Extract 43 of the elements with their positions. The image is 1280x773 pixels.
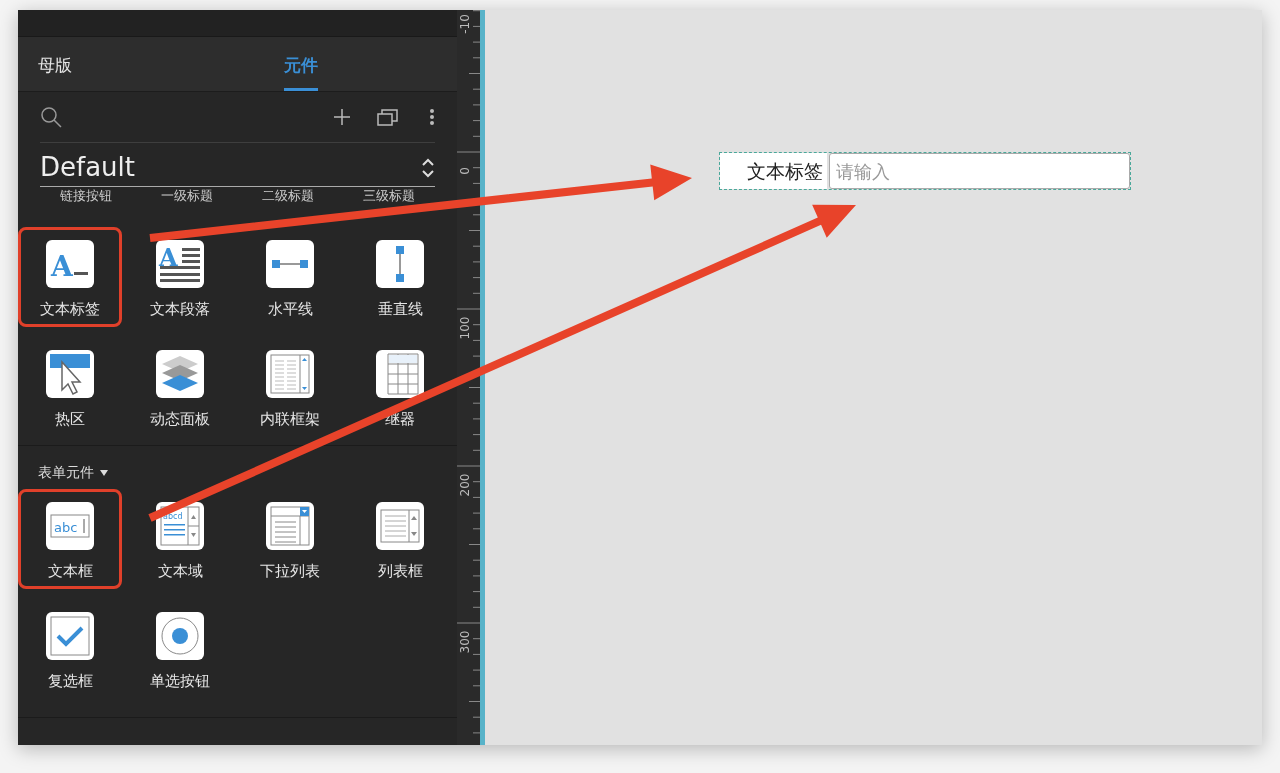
panel-tab[interactable]: 元件 [284,52,318,91]
section-title[interactable]: 表单元件 [38,462,94,483]
dropdown-list-icon [266,502,314,550]
widget-tile[interactable]: A 文本标签 [18,227,122,327]
stacked-windows-icon[interactable] [377,108,399,126]
ruler-number: 100 [458,315,472,342]
widget-tile[interactable]: 单选按钮 [128,599,232,699]
widget-tile[interactable]: 复选框 [18,599,122,699]
widget-name: 链接按钮 [59,187,114,205]
search-icon[interactable] [40,106,62,128]
widget-tile[interactable]: 内联框架 [238,337,342,437]
widget-tile[interactable]: 垂直线 [348,227,452,327]
library-select[interactable]: Default [40,149,435,187]
widget-tile[interactable]: 下拉列表 [238,489,342,589]
text-label-icon: A [46,240,94,288]
grid-table-icon [376,350,424,398]
widget-tile[interactable]: 热区 [18,337,122,437]
widget-name: 二级标题 [260,187,315,205]
radio-button-icon [156,612,204,660]
caret-down-icon[interactable] [100,469,108,476]
checkbox-icon [46,612,94,660]
canvas-text-label: 文本标签 [720,153,827,189]
canvas-input-field[interactable]: 请输入 [829,153,1130,189]
ruler-number: 0 [458,166,472,177]
text-field-icon: abc [46,502,94,550]
add-icon[interactable] [333,108,351,126]
widget-tile[interactable]: 列表框 [348,489,452,589]
widget-name: 一级标题 [160,187,215,205]
cursor-icon [46,350,94,398]
ruler-number: -10 [458,13,472,36]
widget-tile[interactable]: 动态面板 [128,337,232,437]
ruler-number: 300 [458,629,472,656]
layers-icon [156,350,204,398]
paragraph-icon: A [156,240,204,288]
ruler-number: 200 [458,472,472,499]
scroll-frame-icon [266,350,314,398]
panel-tab[interactable]: 母版 [38,52,72,91]
list-box-icon [376,502,424,550]
more-icon[interactable] [429,108,435,126]
widget-name: 三级标题 [361,187,416,205]
up-down-caret-icon [421,156,435,179]
widget-tile[interactable]: abc 文本框 [18,489,122,589]
widget-tile[interactable]: 水平线 [238,227,342,327]
